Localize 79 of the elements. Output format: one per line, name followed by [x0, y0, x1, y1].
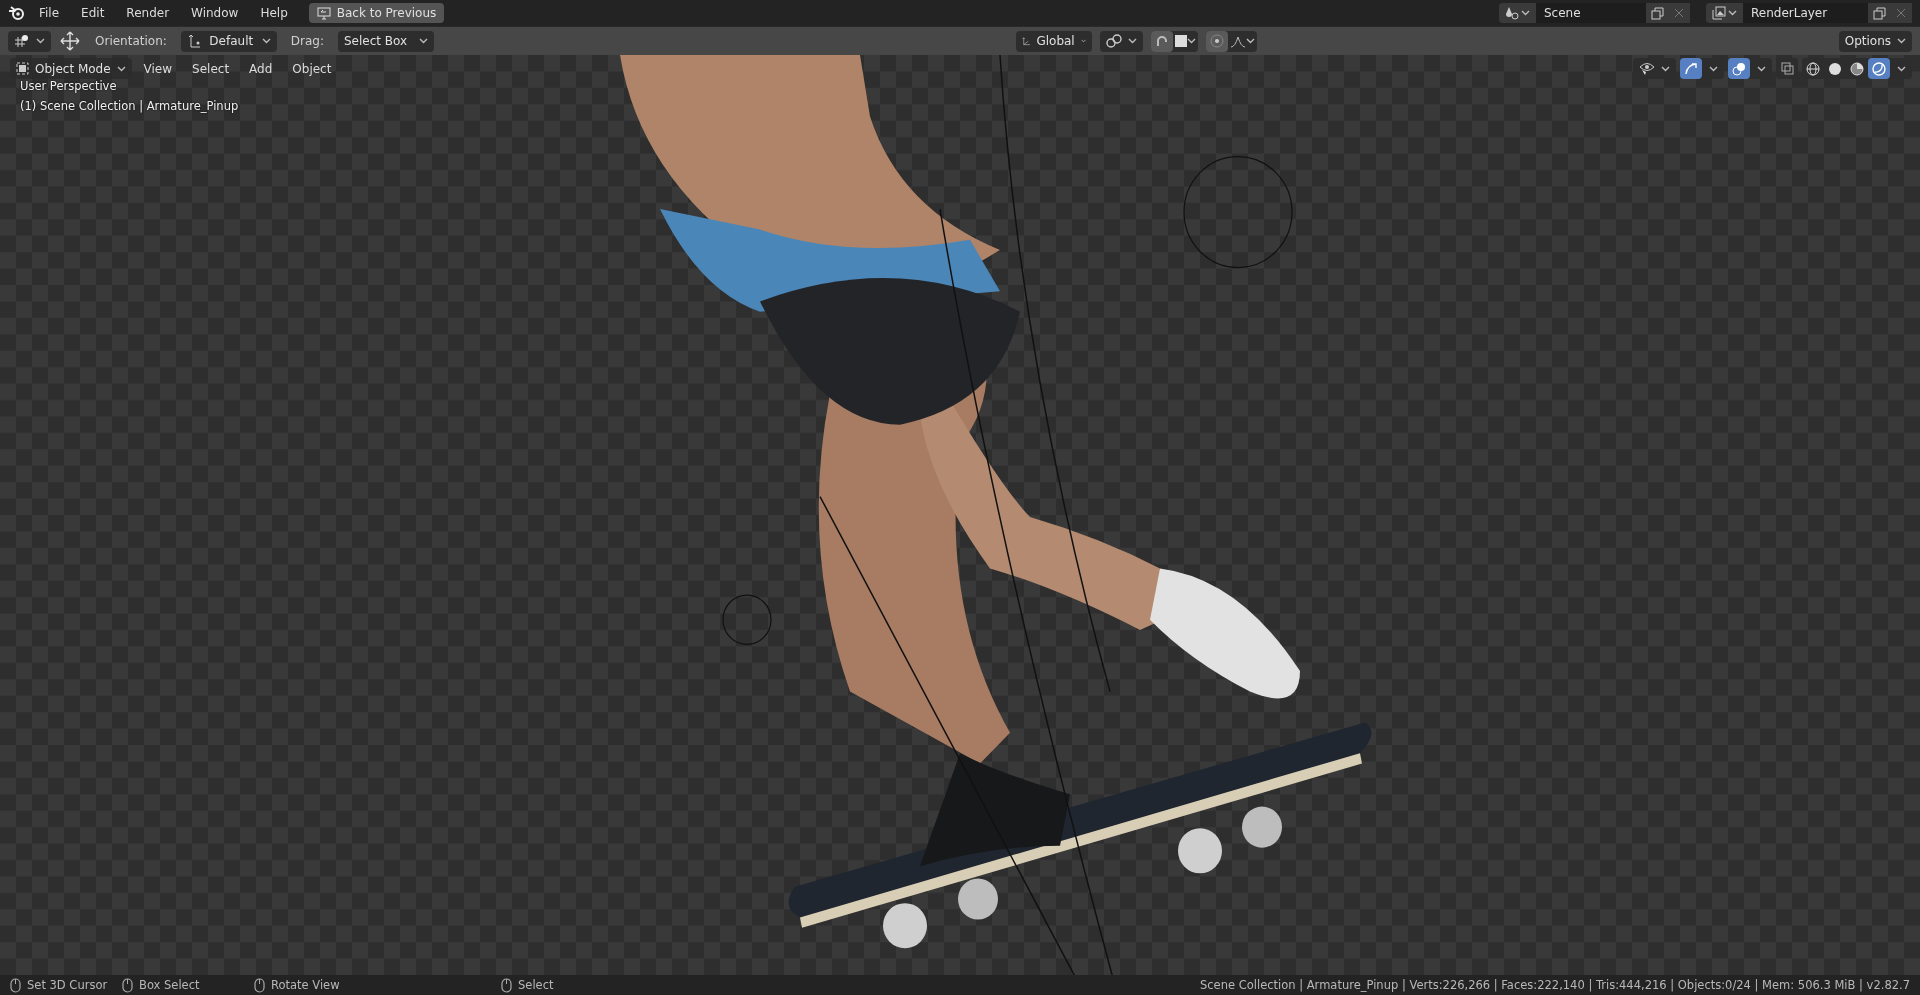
caret-icon	[36, 38, 45, 44]
view-menu-item[interactable]: Select	[184, 59, 238, 78]
caret-icon	[1186, 38, 1196, 44]
caret-icon	[1756, 65, 1766, 72]
axes-icon	[186, 34, 201, 48]
arrow-curve-icon	[1684, 61, 1698, 76]
scene-statistics: Scene Collection | Armature_Pinup | Verts:226,266 | Faces:222,140 | Tris:444,216 | Objects:0/24 | Mem: 506.3 MiB | v2.82.7	[1199, 978, 1910, 992]
mouse-icon	[10, 977, 21, 993]
scene-icon[interactable]	[1505, 6, 1519, 20]
menu-item[interactable]: Render	[117, 4, 179, 22]
drag-label: Drag:	[289, 34, 325, 48]
blender-logo-icon[interactable]	[8, 5, 26, 21]
material-sphere-icon	[1850, 61, 1864, 76]
caret-icon	[116, 65, 126, 72]
mouse-icon	[501, 977, 512, 993]
collection-text: (1) Scene Collection | Armature_Pinup	[20, 99, 239, 113]
caret-icon	[1080, 38, 1086, 44]
copy-icon[interactable]	[1650, 6, 1664, 20]
view-menu-item[interactable]: Object	[284, 59, 340, 78]
mouse-icon	[122, 977, 133, 993]
close-icon[interactable]	[1896, 8, 1906, 18]
monitor-icon	[316, 6, 331, 20]
transform-orientation-dropdown[interactable]: Global	[1015, 30, 1092, 52]
move-icon[interactable]	[59, 30, 81, 52]
orientation-dropdown[interactable]: Default	[180, 30, 277, 52]
xray-toggle[interactable]	[1776, 58, 1798, 79]
view-menu-item[interactable]: View	[135, 59, 181, 78]
menu-item[interactable]: File	[30, 4, 69, 22]
drag-dropdown[interactable]: Select Box	[338, 30, 434, 52]
caret-icon	[1708, 65, 1718, 72]
copy-icon[interactable]	[1872, 6, 1886, 20]
caret-icon	[1896, 65, 1906, 72]
caret-icon	[261, 38, 271, 44]
options-dropdown[interactable]: Options	[1838, 30, 1912, 52]
menu-item[interactable]: Edit	[72, 4, 114, 22]
xray-squares-icon	[1780, 62, 1794, 75]
magnet-icon	[1154, 34, 1169, 48]
cube-select-icon	[16, 62, 29, 75]
target-icon	[1209, 34, 1224, 48]
menu-item[interactable]: Help	[251, 4, 297, 22]
pivot-dropdown[interactable]	[1099, 30, 1143, 52]
caret-icon	[419, 38, 428, 44]
snap-toggle[interactable]	[1150, 30, 1173, 52]
gizmo-toggle[interactable]	[1680, 58, 1702, 79]
caret-icon	[1245, 38, 1255, 44]
overlapping-circles-icon	[1732, 61, 1746, 76]
menu-item[interactable]: Window	[182, 4, 248, 22]
mode-dropdown[interactable]: Object Mode	[10, 58, 132, 79]
caret-icon	[1521, 10, 1530, 16]
curve-icon	[1229, 34, 1246, 48]
caret-icon	[1728, 10, 1737, 16]
tool-settings-dropdown[interactable]	[8, 30, 51, 52]
view-name-text: User Perspective	[20, 79, 118, 93]
square-icon	[1174, 35, 1187, 47]
caret-icon	[1897, 38, 1906, 44]
status-hint: Set 3D Cursor	[27, 978, 108, 992]
shading-mode-button[interactable]	[1868, 58, 1890, 79]
proportional-edit-toggle[interactable]	[1205, 30, 1228, 52]
view-menu-item[interactable]: Add	[241, 59, 281, 78]
view-layer-name-field[interactable]: RenderLayer	[1743, 3, 1868, 23]
caret-icon	[1127, 38, 1137, 44]
overlay-toggle[interactable]	[1728, 58, 1750, 79]
visibility-dropdown[interactable]	[1633, 58, 1676, 79]
back-to-previous-button[interactable]: Back to Previous	[308, 3, 445, 23]
caret-icon	[1661, 65, 1670, 72]
scene-name-field[interactable]: Scene	[1536, 3, 1646, 23]
orientation-label: Orientation:	[94, 34, 168, 48]
image-stack-icon[interactable]	[1712, 6, 1726, 20]
mouse-icon	[254, 977, 265, 993]
solid-sphere-icon	[1828, 61, 1842, 76]
grid-node-icon	[14, 34, 30, 48]
close-icon[interactable]	[1674, 8, 1684, 18]
rendered-sphere-icon	[1872, 61, 1886, 76]
eye-icon	[1639, 61, 1655, 76]
status-hint: Box Select	[139, 978, 200, 992]
wireframe-sphere-icon	[1806, 61, 1820, 76]
status-hint: Select	[518, 978, 554, 992]
link-icon	[1105, 34, 1122, 48]
status-hint: Rotate View	[271, 978, 340, 992]
